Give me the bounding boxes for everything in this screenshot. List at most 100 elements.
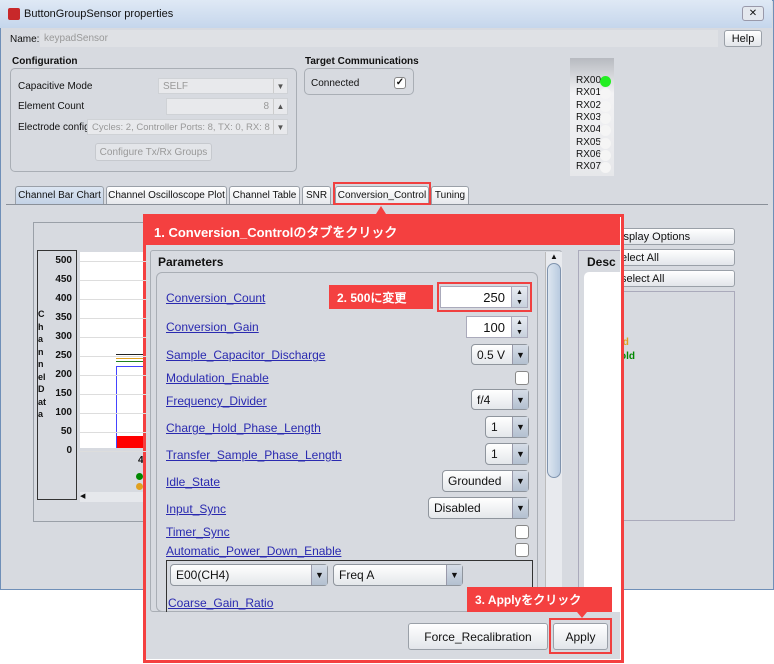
step3-callout: 3. Applyをクリック [467, 587, 612, 612]
rx-label: RX05 [576, 136, 602, 148]
rx-status-icon [600, 76, 611, 87]
y-tick-label: 450 [55, 274, 72, 285]
gridline [80, 451, 150, 452]
y-tick-label: 400 [55, 293, 72, 304]
frequency-divider-link[interactable]: Frequency_Divider [166, 394, 267, 408]
coarse-gain-ratio-link[interactable]: Coarse_Gain_Ratio [168, 596, 273, 610]
conversion-gain-value: 100 [483, 319, 505, 335]
capacitive-mode-label: Capacitive Mode [18, 81, 93, 92]
rx-status-icon [600, 149, 611, 161]
charge-hold-phase-length-link[interactable]: Charge_Hold_Phase_Length [166, 421, 321, 435]
select-all-button[interactable]: elect All [612, 249, 735, 266]
chevron-down-icon: ▼ [446, 565, 462, 585]
step1-highlight [333, 182, 431, 205]
parameters-title: Parameters [158, 255, 224, 269]
timer-sync-checkbox[interactable] [515, 525, 529, 539]
transfer-sample-phase-length-link[interactable]: Transfer_Sample_Phase_Length [166, 448, 342, 462]
capacitive-mode-select[interactable]: SELF ▼ [158, 78, 288, 94]
tab-tuning[interactable]: Tuning [431, 186, 469, 204]
frequency-divider-select[interactable]: f/4 ▼ [471, 389, 529, 410]
spinner-arrows-icon[interactable]: ▲ ▼ [511, 317, 527, 337]
conversion-gain-link[interactable]: Conversion_Gain [166, 320, 259, 334]
chevron-down-icon: ▼ [512, 498, 528, 518]
selected-value: Disabled [434, 501, 481, 515]
tab-channel-oscilloscope-plot[interactable]: Channel Oscilloscope Plot [106, 186, 227, 204]
conversion-count-link[interactable]: Conversion_Count [166, 291, 265, 305]
parameters-vscrollbar[interactable]: ▲ [545, 252, 562, 612]
desc-text-area[interactable] [584, 272, 620, 612]
legend-dot-green [136, 473, 143, 480]
gridline [80, 299, 150, 300]
rx-status-icon [600, 112, 611, 124]
target-title: Target Communications [305, 56, 419, 67]
scroll-up-icon[interactable]: ▲ [546, 252, 562, 261]
chevron-down-icon: ▼ [512, 444, 528, 464]
gridline [80, 261, 150, 262]
y-tick-label: 150 [55, 388, 72, 399]
y-tick-label: 500 [55, 255, 72, 266]
conversion-gain-spinner[interactable]: 100 ▲ ▼ [466, 316, 528, 338]
tab-channel-bar-chart[interactable]: Channel Bar Chart [15, 186, 104, 204]
display-options-button[interactable]: isplay Options [612, 228, 735, 245]
selected-value: 1 [491, 447, 498, 461]
help-button[interactable]: Help [724, 30, 762, 47]
desc-title: Desc [587, 255, 616, 269]
legend-panel [612, 291, 735, 521]
idle-state-link[interactable]: Idle_State [166, 475, 220, 489]
configuration-title: Configuration [12, 56, 78, 67]
name-label: Name: [10, 34, 40, 45]
charge-hold-phase-length-select[interactable]: 1 ▼ [485, 416, 529, 438]
frequency-select[interactable]: Freq A ▼ [333, 564, 463, 586]
tab-channel-table[interactable]: Channel Table [229, 186, 300, 204]
input-sync-select[interactable]: Disabled ▼ [428, 497, 529, 519]
close-button[interactable]: ✕ [742, 6, 764, 21]
y-tick-label: 350 [55, 312, 72, 323]
electrode-config-select[interactable]: Cycles: 2, Controller Ports: 8, TX: 0, R… [87, 119, 288, 135]
window-title: ButtonGroupSensor properties [24, 8, 174, 20]
legend-dot-orange [136, 483, 143, 490]
name-input[interactable]: keypadSensor [40, 30, 718, 47]
deselect-all-button[interactable]: select All [612, 270, 735, 287]
element-count-value: 8 [263, 101, 269, 112]
connected-checkbox[interactable]: ✓ [394, 77, 406, 89]
rx-label: RX00 [576, 75, 602, 86]
sample-capacitor-discharge-select[interactable]: 0.5 V ▼ [471, 344, 529, 365]
gridline [80, 394, 150, 395]
y-tick-label: 250 [55, 350, 72, 361]
rx-label: RX04 [576, 124, 602, 136]
capacitive-mode-value: SELF [163, 80, 189, 92]
rx-status-icon [600, 100, 611, 112]
gridline [80, 413, 150, 414]
app-icon [8, 8, 20, 20]
modulation-enable-checkbox[interactable] [515, 371, 529, 385]
rx-label: RX03 [576, 111, 602, 123]
sample-capacitor-discharge-link[interactable]: Sample_Capacitor_Discharge [166, 348, 325, 362]
chevron-down-icon: ▼ [512, 390, 528, 409]
idle-state-select[interactable]: Grounded ▼ [442, 470, 529, 492]
input-sync-link[interactable]: Input_Sync [166, 502, 226, 516]
gridline [80, 280, 150, 281]
tab-snr[interactable]: SNR [302, 186, 331, 204]
y-tick-label: 300 [55, 331, 72, 342]
chevron-down-icon: ▼ [273, 79, 287, 93]
force-recalibration-button[interactable]: Force_Recalibration [408, 623, 548, 650]
automatic-power-down-enable-link[interactable]: Automatic_Power_Down_Enable [166, 544, 341, 558]
gridline [80, 356, 150, 357]
y-tick-label: 50 [60, 426, 72, 437]
chevron-down-icon: ▼ [512, 471, 528, 491]
chart-hscrollbar[interactable]: ◀ [80, 492, 146, 502]
element-select[interactable]: E00(CH4) ▼ [170, 564, 328, 586]
configure-txrx-button[interactable]: Configure Tx/Rx Groups [95, 143, 212, 161]
automatic-power-down-enable-checkbox[interactable] [515, 543, 529, 557]
rx-label: RX07 [576, 161, 602, 173]
timer-sync-link[interactable]: Timer_Sync [166, 525, 230, 539]
chevron-down-icon: ▼ [311, 565, 327, 585]
electrode-config-label: Electrode config [18, 122, 90, 133]
transfer-sample-phase-length-select[interactable]: 1 ▼ [485, 443, 529, 465]
element-count-spinner[interactable]: 8 ▲ [166, 98, 288, 115]
gridline [80, 432, 150, 433]
scroll-thumb[interactable] [547, 263, 561, 478]
modulation-enable-link[interactable]: Modulation_Enable [166, 371, 269, 385]
electrode-config-value: Cycles: 2, Controller Ports: 8, TX: 0, R… [92, 121, 270, 133]
chart-ylabel: Channel Data [38, 309, 47, 419]
